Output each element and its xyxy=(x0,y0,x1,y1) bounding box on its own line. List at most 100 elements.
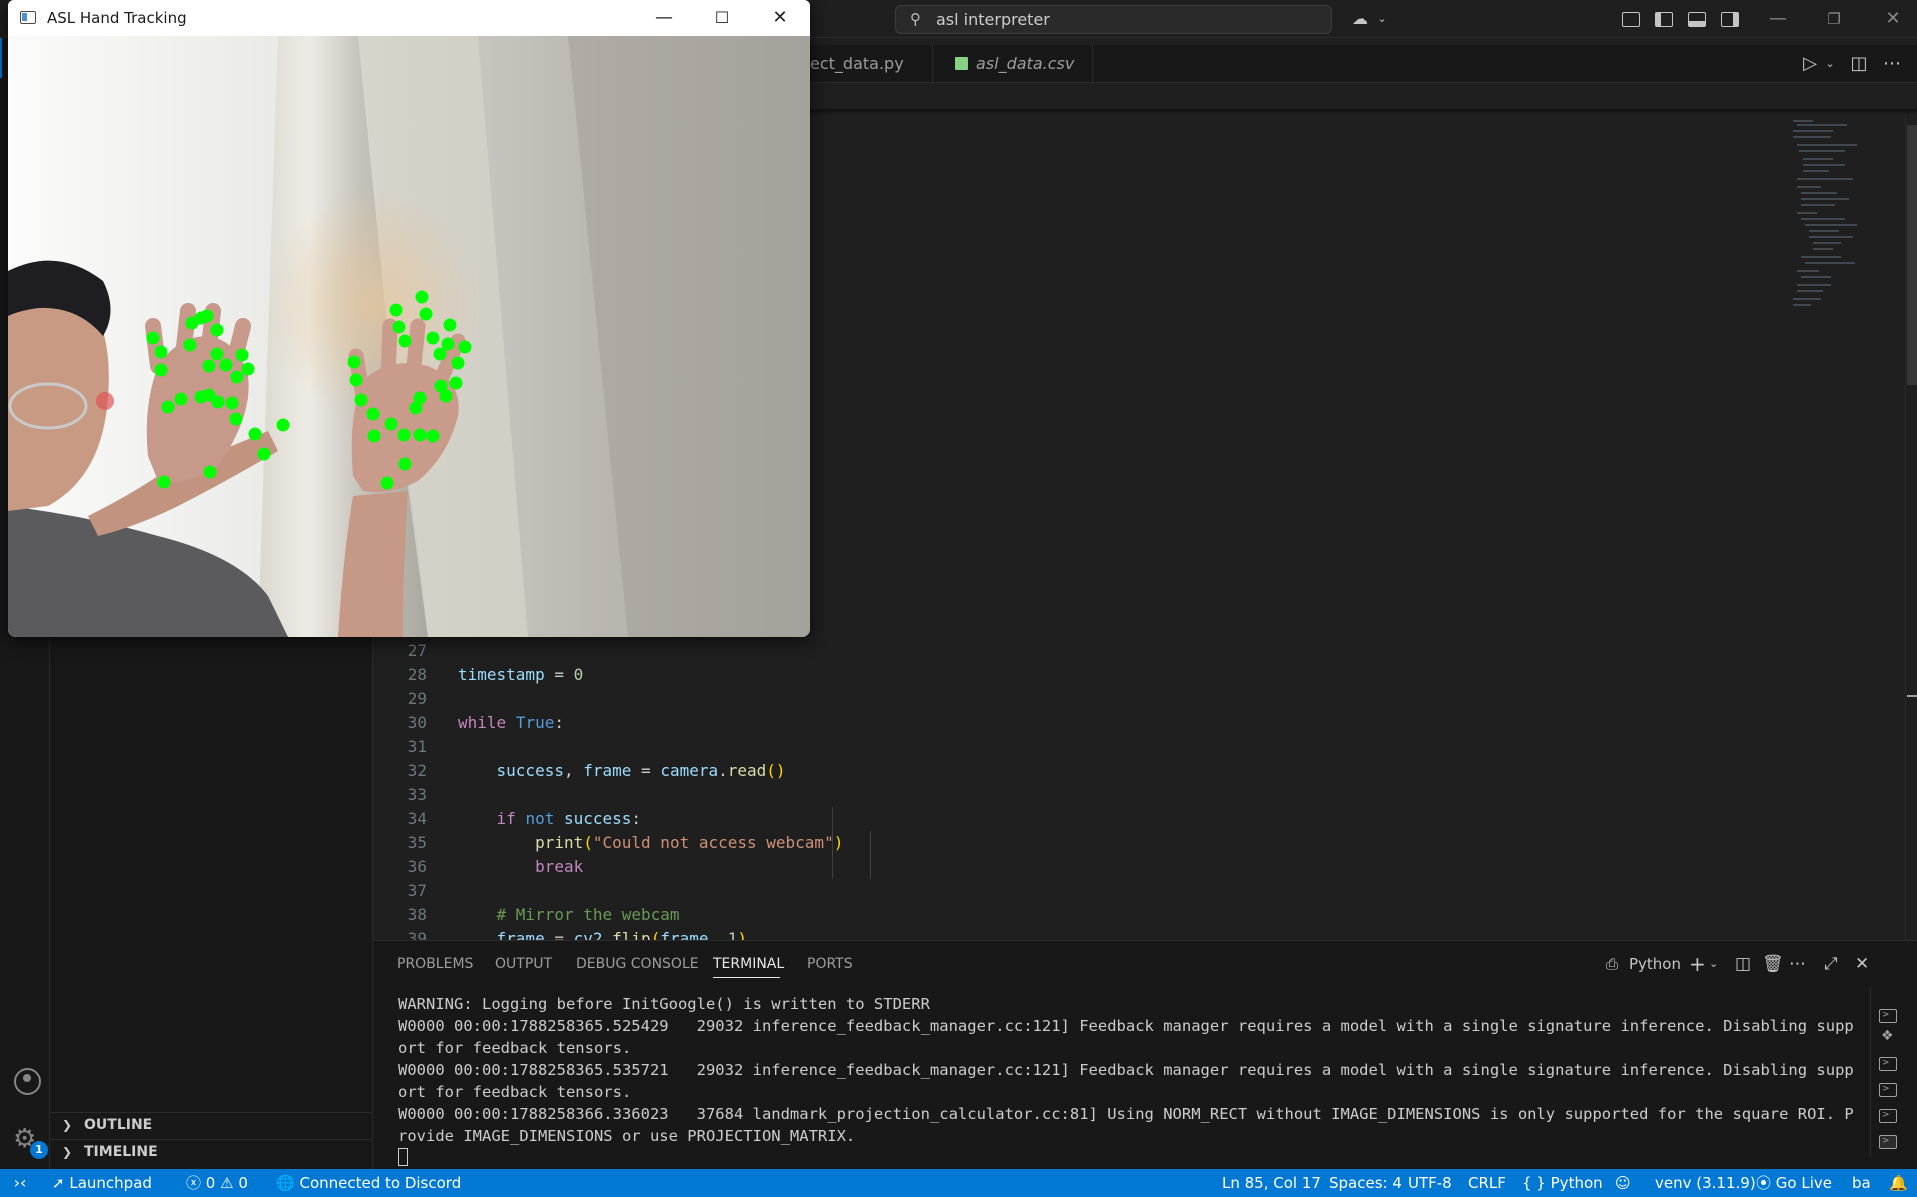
scrollbar-thumb[interactable] xyxy=(1907,125,1917,385)
tab-asl-data[interactable]: asl_data.csv xyxy=(933,45,1093,83)
code-line[interactable]: 36 break xyxy=(373,855,1773,879)
minimap[interactable] xyxy=(1787,112,1907,312)
landmark-point xyxy=(241,362,255,376)
terminal-output[interactable]: WARNING: Logging before InitGoogle() is … xyxy=(398,993,1863,1169)
landmark-point xyxy=(225,396,239,410)
remote-icon[interactable]: ›‹ xyxy=(0,1169,40,1197)
code-token: ) xyxy=(833,833,844,852)
tab-ports[interactable]: PORTS xyxy=(807,954,853,974)
status-bar: ›‹ ➚ Launchpad ⓧ 0 ⚠ 0 🌐 Connected to Di… xyxy=(0,1169,1917,1197)
minimize-icon[interactable]: — xyxy=(1758,4,1798,34)
chevron-down-icon[interactable]: ⌄ xyxy=(1818,52,1842,76)
copilot-chat-icon[interactable]: ☁ xyxy=(1349,8,1371,30)
trash-icon[interactable]: 🗑 xyxy=(1762,952,1784,976)
indentation[interactable]: Spaces: 4 xyxy=(1329,1169,1402,1197)
code-token: () xyxy=(766,761,786,780)
line-number: 29 xyxy=(407,689,427,708)
search-icon: ⚲ xyxy=(910,10,921,28)
terminal-icon[interactable]: > xyxy=(1879,1009,1897,1023)
code-token: . xyxy=(602,929,613,940)
language-mode[interactable]: { } Python xyxy=(1522,1169,1603,1197)
go-live[interactable]: ⦿ Go Live xyxy=(1756,1169,1832,1197)
toggle-secondary-sidebar-icon[interactable] xyxy=(1721,12,1739,27)
landmark-point xyxy=(349,373,363,387)
timeline-section[interactable]: ❯ TIMELINE xyxy=(50,1139,373,1165)
code-line[interactable]: 34 if not success: xyxy=(373,807,1773,831)
close-icon[interactable]: ✕ xyxy=(1873,4,1913,34)
maximize-panel-icon[interactable]: ⤢ xyxy=(1824,952,1838,976)
chevron-down-icon[interactable]: ⌄ xyxy=(1709,952,1718,976)
terminal-line: W0000 00:00:1788258365.535721 29032 infe… xyxy=(398,1061,1854,1101)
error-count: 0 xyxy=(205,1174,216,1192)
code-line[interactable]: 27 xyxy=(373,639,1773,663)
discord-item[interactable]: 🌐 Connected to Discord xyxy=(276,1169,461,1197)
landmark-point xyxy=(230,370,244,384)
asl-window-titlebar[interactable]: ASL Hand Tracking — ☐ ✕ xyxy=(8,0,810,36)
chevron-down-icon[interactable]: ⌄ xyxy=(1371,8,1393,30)
code-line[interactable]: 37 xyxy=(373,879,1773,903)
copilot-icon[interactable]: ☺ xyxy=(1615,1169,1631,1197)
minimap-line xyxy=(1809,236,1853,238)
close-icon[interactable]: ✕ xyxy=(751,0,809,36)
code-line[interactable]: 30 while True: xyxy=(373,711,1773,735)
line-ending[interactable]: CRLF xyxy=(1468,1169,1506,1197)
terminal-icon[interactable]: > xyxy=(1879,1135,1897,1149)
broadcast-icon: ⦿ xyxy=(1756,1174,1772,1192)
terminal-icon[interactable]: > xyxy=(1879,1057,1897,1071)
customize-layout-icon[interactable] xyxy=(1622,12,1640,27)
code-line[interactable]: 35 print("Could not access webcam") xyxy=(373,831,1773,855)
python-interpreter[interactable]: venv (3.11.9) xyxy=(1655,1169,1756,1197)
minimap-line xyxy=(1793,136,1831,138)
outline-section[interactable]: ❯ OUTLINE xyxy=(50,1112,373,1138)
error-icon: ⓧ xyxy=(186,1174,202,1192)
landmark-point xyxy=(426,429,440,443)
tab-output[interactable]: OUTPUT xyxy=(495,954,552,974)
tab-terminal[interactable]: TERMINAL xyxy=(713,954,784,974)
terminal-profile[interactable]: Python xyxy=(1629,952,1681,976)
code-line[interactable]: 38 # Mirror the webcam xyxy=(373,903,1773,927)
git-icon[interactable]: ❖ xyxy=(1879,1029,1897,1045)
landmark-point xyxy=(389,303,403,317)
problems-item[interactable]: ⓧ 0 ⚠ 0 xyxy=(186,1169,248,1197)
editor-scrollbar[interactable] xyxy=(1905,115,1917,940)
launchpad-item[interactable]: ➚ Launchpad xyxy=(52,1169,152,1197)
code-line[interactable]: 29 xyxy=(373,687,1773,711)
code-line[interactable]: 33 xyxy=(373,783,1773,807)
landmark-point xyxy=(219,358,233,372)
more-actions-icon[interactable]: ⋯ xyxy=(1880,52,1904,76)
asl-hand-tracking-window[interactable]: ASL Hand Tracking — ☐ ✕ xyxy=(8,0,810,637)
user-item[interactable]: ba xyxy=(1852,1169,1871,1197)
encoding[interactable]: UTF-8 xyxy=(1408,1169,1452,1197)
landmark-point xyxy=(413,428,427,442)
split-editor-icon[interactable]: ◫ xyxy=(1847,52,1871,76)
code-line[interactable]: 28 timestamp = 0 xyxy=(373,663,1773,687)
command-center-search[interactable]: ⚲ asl interpreter xyxy=(895,5,1332,34)
tab-debug-console[interactable]: DEBUG CONSOLE xyxy=(576,954,699,974)
code-line[interactable]: 31 xyxy=(373,735,1773,759)
terminal-icon[interactable]: > xyxy=(1879,1083,1897,1097)
more-actions-icon[interactable]: ⋯ xyxy=(1789,952,1806,976)
restore-icon[interactable]: ❐ xyxy=(1814,4,1854,34)
launchpad-label: Launchpad xyxy=(69,1174,152,1192)
code-line[interactable]: 32 success, frame = camera.read() xyxy=(373,759,1773,783)
landmark-point xyxy=(146,331,160,345)
account-icon[interactable] xyxy=(14,1068,41,1095)
split-terminal-icon[interactable]: ◫ xyxy=(1735,952,1751,976)
toggle-panel-icon[interactable] xyxy=(1688,12,1706,27)
code-token: = xyxy=(544,665,574,684)
terminal-icon[interactable]: > xyxy=(1879,1109,1897,1123)
code-line[interactable]: 39 frame = cv2.flip(frame, 1) xyxy=(373,927,1773,940)
cursor-position[interactable]: Ln 85, Col 17 xyxy=(1222,1169,1321,1197)
toggle-primary-sidebar-icon[interactable] xyxy=(1655,12,1673,27)
minimap-line xyxy=(1801,256,1841,258)
minimize-icon[interactable]: — xyxy=(635,0,693,36)
add-terminal-icon[interactable]: + xyxy=(1689,952,1706,976)
line-number: 30 xyxy=(407,713,427,732)
bell-icon[interactable]: 🔔 xyxy=(1889,1169,1908,1197)
close-panel-icon[interactable]: ✕ xyxy=(1855,952,1869,976)
tab-problems[interactable]: PROBLEMS xyxy=(397,954,473,974)
terminal-prompt[interactable] xyxy=(398,1147,1863,1169)
maximize-icon[interactable]: ☐ xyxy=(693,0,751,36)
